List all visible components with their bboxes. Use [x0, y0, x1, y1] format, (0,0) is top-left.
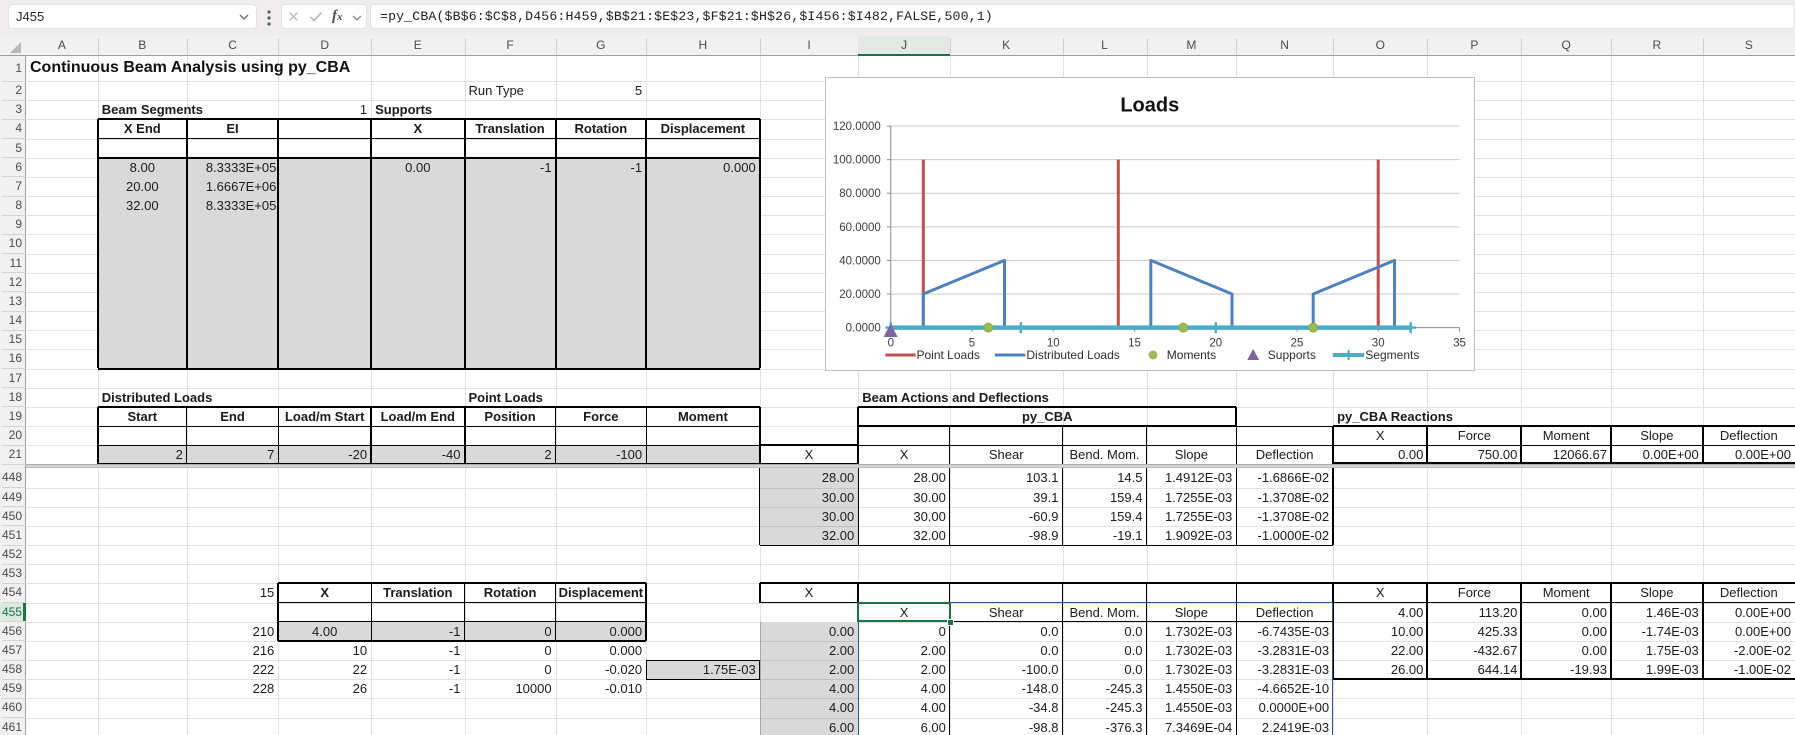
svg-text:Loads: Loads [1120, 95, 1179, 117]
svg-text:20.0000: 20.0000 [839, 289, 881, 301]
svg-text:60.0000: 60.0000 [839, 222, 881, 234]
svg-text:Distributed Loads: Distributed Loads [1026, 348, 1119, 362]
svg-text:Point Loads: Point Loads [917, 348, 980, 362]
svg-text:35: 35 [1453, 338, 1466, 350]
svg-text:0.0000: 0.0000 [846, 323, 881, 335]
svg-text:100.0000: 100.0000 [833, 155, 881, 167]
svg-text:Supports: Supports [1268, 348, 1316, 362]
svg-text:0: 0 [888, 338, 894, 350]
svg-text:120.0000: 120.0000 [833, 121, 881, 133]
svg-text:80.0000: 80.0000 [839, 188, 881, 200]
svg-text:Moments: Moments [1167, 348, 1216, 362]
svg-text:15: 15 [1128, 338, 1141, 350]
svg-text:Segments: Segments [1365, 348, 1419, 362]
svg-text:40.0000: 40.0000 [839, 255, 881, 267]
